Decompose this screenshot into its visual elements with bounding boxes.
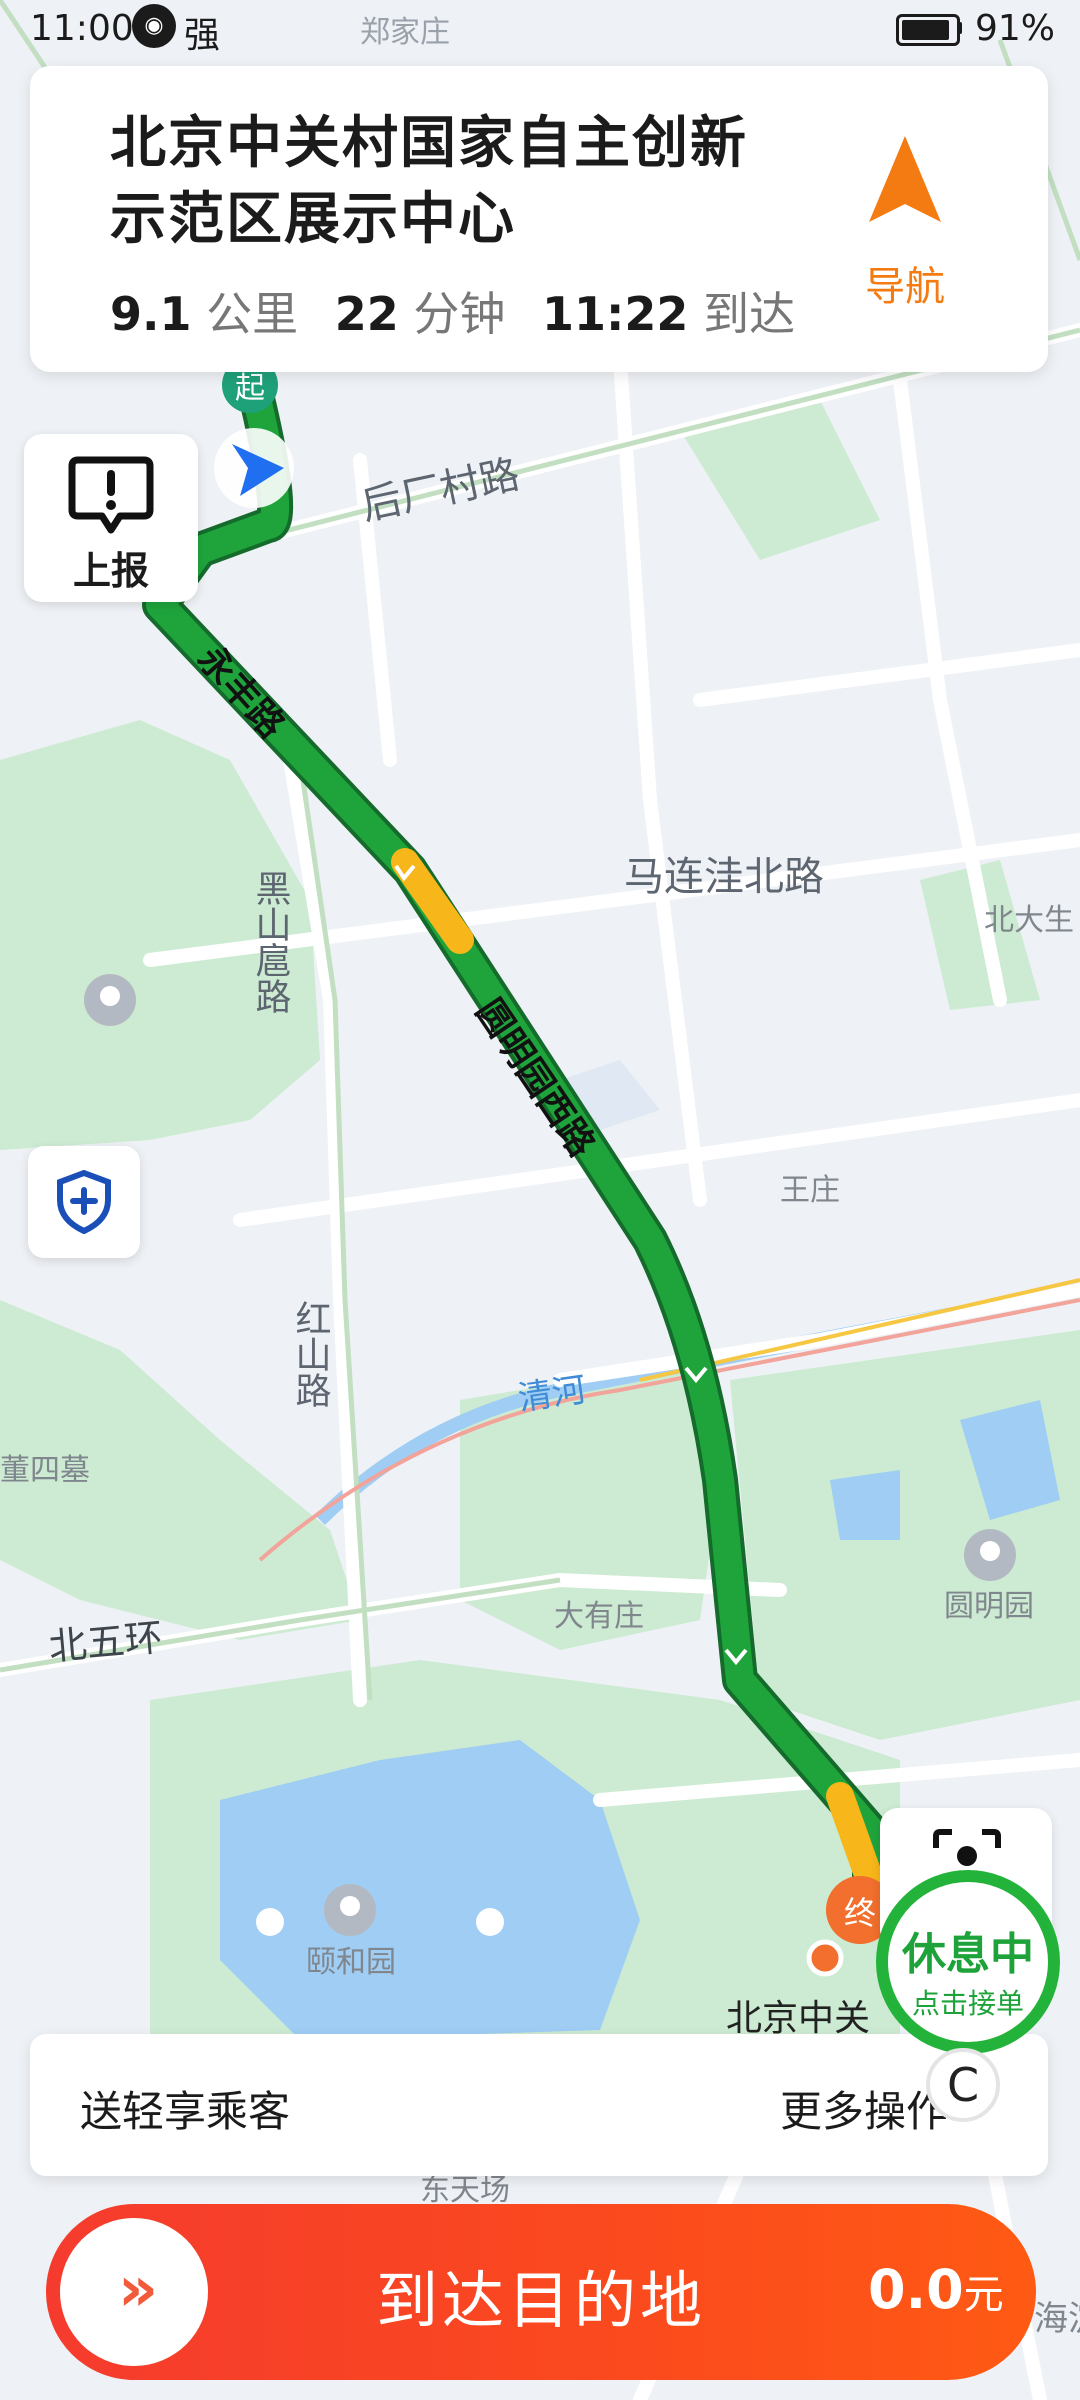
rest-status-button[interactable]: 休息中 点击接单 — [876, 1870, 1060, 2054]
destination-card: 北京中关村国家自主创新示范区展示中心 9.1 公里 22 分钟 11:22 到达… — [30, 66, 1048, 372]
distance-unit: 公里 — [206, 287, 299, 341]
map-label-wangzhuang: 王庄 — [780, 1173, 840, 1208]
navigate-label: 导航 — [865, 264, 945, 310]
map-label-dongsimu: 董四墓 — [0, 1453, 90, 1488]
map-label-malianwa-north-road: 马连洼北路 — [624, 854, 824, 900]
rest-status-subtitle: 点击接单 — [911, 1987, 1024, 2020]
report-alert-icon — [68, 456, 154, 534]
battery-icon — [896, 14, 960, 46]
report-button[interactable]: 上报 — [24, 434, 198, 602]
slider-handle[interactable]: » — [60, 2218, 208, 2366]
distance-value: 9.1 — [110, 287, 192, 341]
report-label: 上报 — [72, 549, 149, 593]
map-label-heishanhu-road: 黑山扈路 — [250, 870, 291, 1014]
battery-tip — [957, 22, 962, 34]
navigation-arrow-icon — [869, 136, 941, 222]
map-label-dongyuan: 东天场 — [420, 2173, 510, 2208]
shield-plus-icon — [57, 1170, 111, 1234]
passenger-type-label: 送轻享乘客 — [80, 2087, 291, 2136]
fare-amount: 0.0元 — [868, 2258, 1004, 2321]
fare-value: 0.0 — [868, 2258, 964, 2321]
map-label-yuanmingyuan: 圆明园 — [944, 1589, 1034, 1624]
more-actions-button[interactable]: 更多操作 — [780, 2078, 948, 2139]
eta-value: 11:22 — [542, 287, 689, 341]
map-label-beidasheng: 北大生 — [984, 903, 1074, 938]
safety-shield-button[interactable] — [28, 1146, 140, 1258]
battery-percentage: 91% — [975, 8, 1056, 49]
battery-level-fill — [902, 20, 950, 40]
destination-title: 北京中关村国家自主创新示范区展示中心 — [110, 111, 748, 252]
c-badge[interactable]: C — [926, 2048, 1000, 2122]
duration-unit: 分钟 — [413, 287, 506, 341]
svg-text:终: 终 — [844, 1894, 876, 1932]
duration-value: 22 — [334, 287, 399, 341]
signal-icon: ◉ — [132, 4, 176, 48]
map-label-yiheyuan: 颐和园 — [306, 1945, 396, 1980]
map-label-destination-partial: 北京中关 — [726, 1998, 870, 2039]
map-label-hongshan-road: 红山路 — [290, 1300, 331, 1408]
map-label-dayouzhuang: 大有庄 — [554, 1599, 644, 1634]
passenger-action-bar[interactable]: 送轻享乘客 更多操作 — [30, 2034, 1048, 2176]
arrive-destination-slider[interactable]: » 到达目的地 0.0元 — [46, 2204, 1036, 2380]
current-location-arrow — [214, 428, 294, 508]
map-label-hai: 海淀 — [1034, 2299, 1080, 2339]
double-chevron-icon: » — [117, 2252, 158, 2325]
status-time: 11:00 — [30, 8, 134, 49]
status-bar: 11:00 ◉ 强 91% — [0, 0, 1080, 62]
fare-unit: 元 — [963, 2272, 1004, 2318]
route-summary: 9.1 公里 22 分钟 11:22 到达 — [110, 278, 817, 344]
eta-unit: 到达 — [703, 287, 796, 341]
rest-status-title: 休息中 — [902, 1929, 1034, 1980]
network-strength: 强 — [184, 15, 221, 56]
svg-text:起: 起 — [235, 371, 265, 406]
arrive-destination-label: 到达目的地 — [376, 2264, 707, 2337]
navigate-button[interactable]: 导航 — [840, 126, 970, 316]
